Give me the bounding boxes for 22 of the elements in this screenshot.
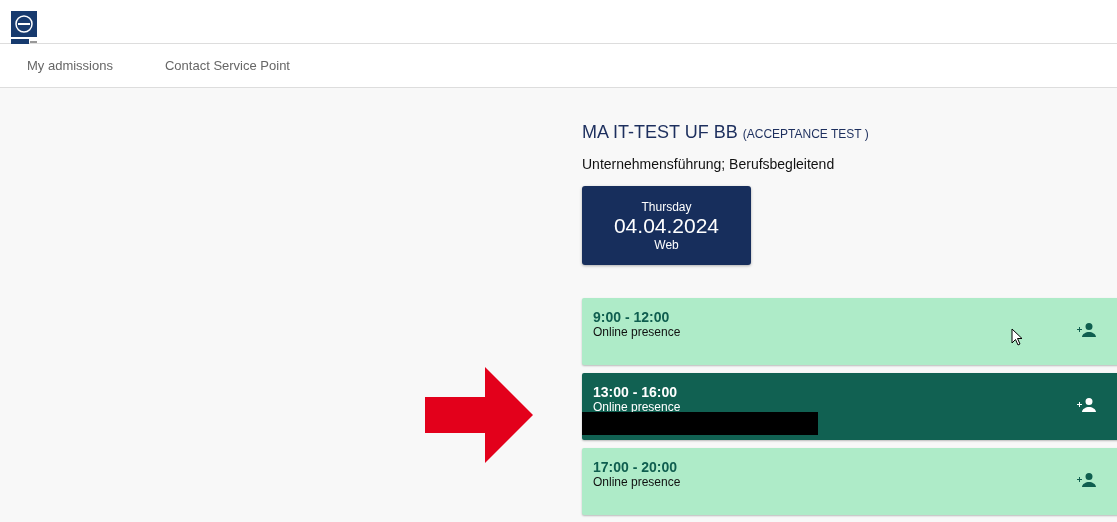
course-subtitle: Unternehmensführung; Berufsbegleitend xyxy=(582,156,836,172)
nav-link[interactable]: Contact Service Point xyxy=(164,58,290,73)
location: Web xyxy=(654,237,679,252)
slot-mode: Online presence xyxy=(593,475,681,489)
weekday: Thursday xyxy=(641,199,692,214)
add-person-icon[interactable] xyxy=(1077,323,1097,337)
slot-time: 13:00 - 16:00 xyxy=(593,384,679,400)
slot-time: 9:00 - 12:00 xyxy=(593,309,671,325)
add-person-icon[interactable] xyxy=(1077,473,1097,487)
time-slot[interactable]: 17:00 - 20:00 Online presence xyxy=(582,448,1117,515)
cursor-icon xyxy=(1011,328,1023,346)
slot-time: 17:00 - 20:00 xyxy=(593,459,679,475)
nav-link[interactable]: My admissions xyxy=(27,58,113,73)
slot-mode: Online presence xyxy=(593,325,681,339)
time-slot[interactable]: 13:00 - 16:00 Online presence xyxy=(582,373,1117,440)
time-slot[interactable]: 9:00 - 12:00 Online presence xyxy=(582,298,1117,365)
course-title: MA IT-TEST UF BB xyxy=(582,122,738,142)
course-tag: (ACCEPTANCE TEST ) xyxy=(742,127,869,141)
date: 04.04.2024 xyxy=(613,213,720,238)
slot-mode: Online presence xyxy=(593,400,681,414)
add-person-icon[interactable] xyxy=(1077,398,1097,412)
arrow-icon xyxy=(425,367,533,463)
